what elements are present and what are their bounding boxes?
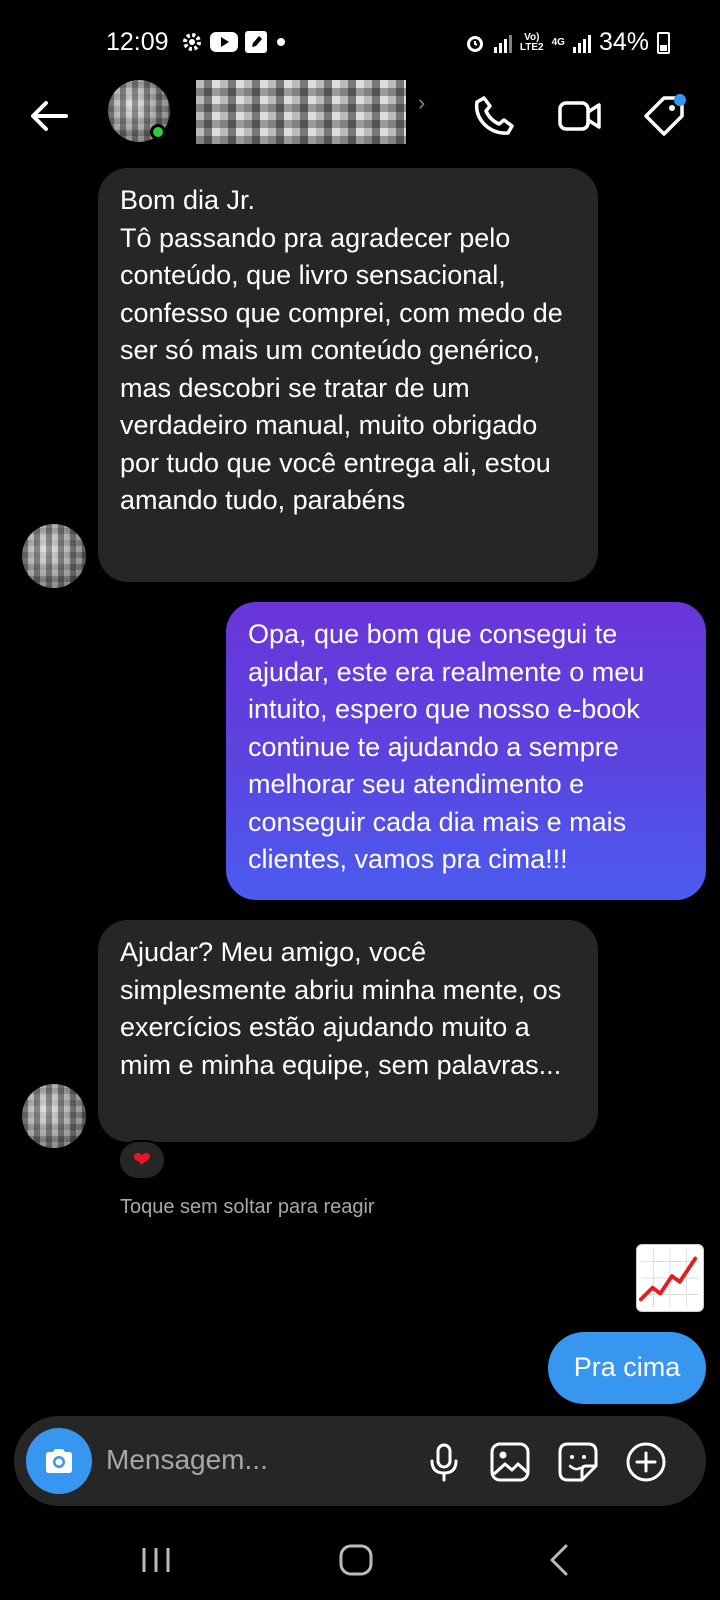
phone-icon[interactable] [470,92,518,140]
edit-icon [245,31,267,53]
home-icon[interactable] [336,1540,376,1580]
received-message[interactable]: Bom dia Jr. Tô passando pra agradecer pe… [98,168,598,582]
video-camera-icon[interactable] [556,92,604,140]
microphone-icon[interactable] [422,1440,466,1484]
network-gen-label: 4G [551,36,565,48]
recent-apps-icon[interactable] [136,1540,176,1580]
received-message[interactable]: Ajudar? Meu amigo, você simplesmente abr… [98,920,598,1142]
image-icon[interactable] [488,1440,532,1484]
camera-button[interactable] [26,1428,92,1494]
reaction-hint: Toque sem soltar para reagir [120,1196,375,1218]
camera-icon [46,1449,72,1473]
status-left-icons [180,30,288,54]
status-time: 12:09 [106,28,169,56]
sender-avatar[interactable] [22,524,86,588]
battery-percent: 34% [598,28,649,56]
youtube-icon [210,32,238,52]
battery-icon [657,31,670,54]
volte-label: Vo) LTE2 [519,31,544,53]
status-right-icons: Vo) LTE2 4G 34% [464,28,670,57]
sent-message[interactable]: Opa, que bom que consegui te ajudar, est… [226,602,706,900]
signal-icon-2 [572,33,591,53]
tag-notification-dot [674,94,686,106]
system-nav-bar [0,1520,720,1600]
message-input[interactable]: Mensagem... [106,1444,268,1476]
plus-icon[interactable] [624,1440,668,1484]
message-composer: Mensagem... [14,1416,706,1506]
gear-icon [183,33,201,51]
arrow-left-icon[interactable] [26,92,74,140]
sender-avatar[interactable] [22,1084,86,1148]
signal-icon [493,33,512,53]
contact-name-redacted[interactable] [196,80,406,144]
chevron-right-icon: › [418,90,426,115]
chat-header: › [0,70,720,165]
alarm-icon [466,35,483,52]
online-status-dot [150,124,166,140]
heart-reaction[interactable]: ❤ [118,1140,166,1180]
chart-increasing-icon[interactable] [636,1244,704,1312]
sticker-icon[interactable] [556,1440,600,1484]
sent-message[interactable]: Pra cima [548,1332,706,1404]
back-nav-icon[interactable] [540,1540,580,1580]
notification-dot-icon [277,38,285,46]
